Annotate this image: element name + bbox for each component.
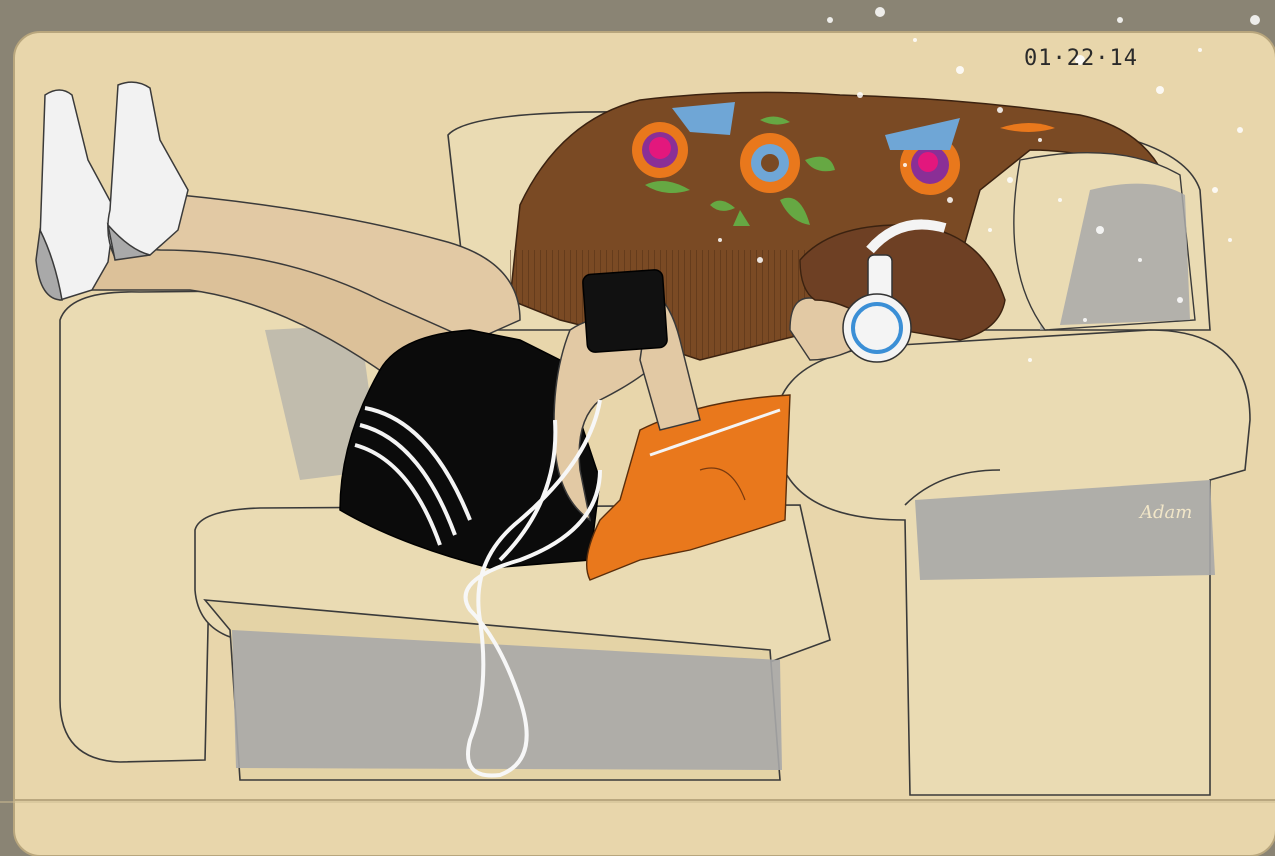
smartphone <box>582 269 668 353</box>
date-label: 01·22·14 <box>1024 46 1138 71</box>
blanket-flower <box>740 133 800 193</box>
illustration-stage: Adam 01·22·14 <box>0 0 1275 856</box>
illustration-svg: Adam <box>0 0 1275 856</box>
pillow <box>1013 152 1196 331</box>
blanket-flower <box>632 122 688 178</box>
artist-signature: Adam <box>1138 502 1192 523</box>
